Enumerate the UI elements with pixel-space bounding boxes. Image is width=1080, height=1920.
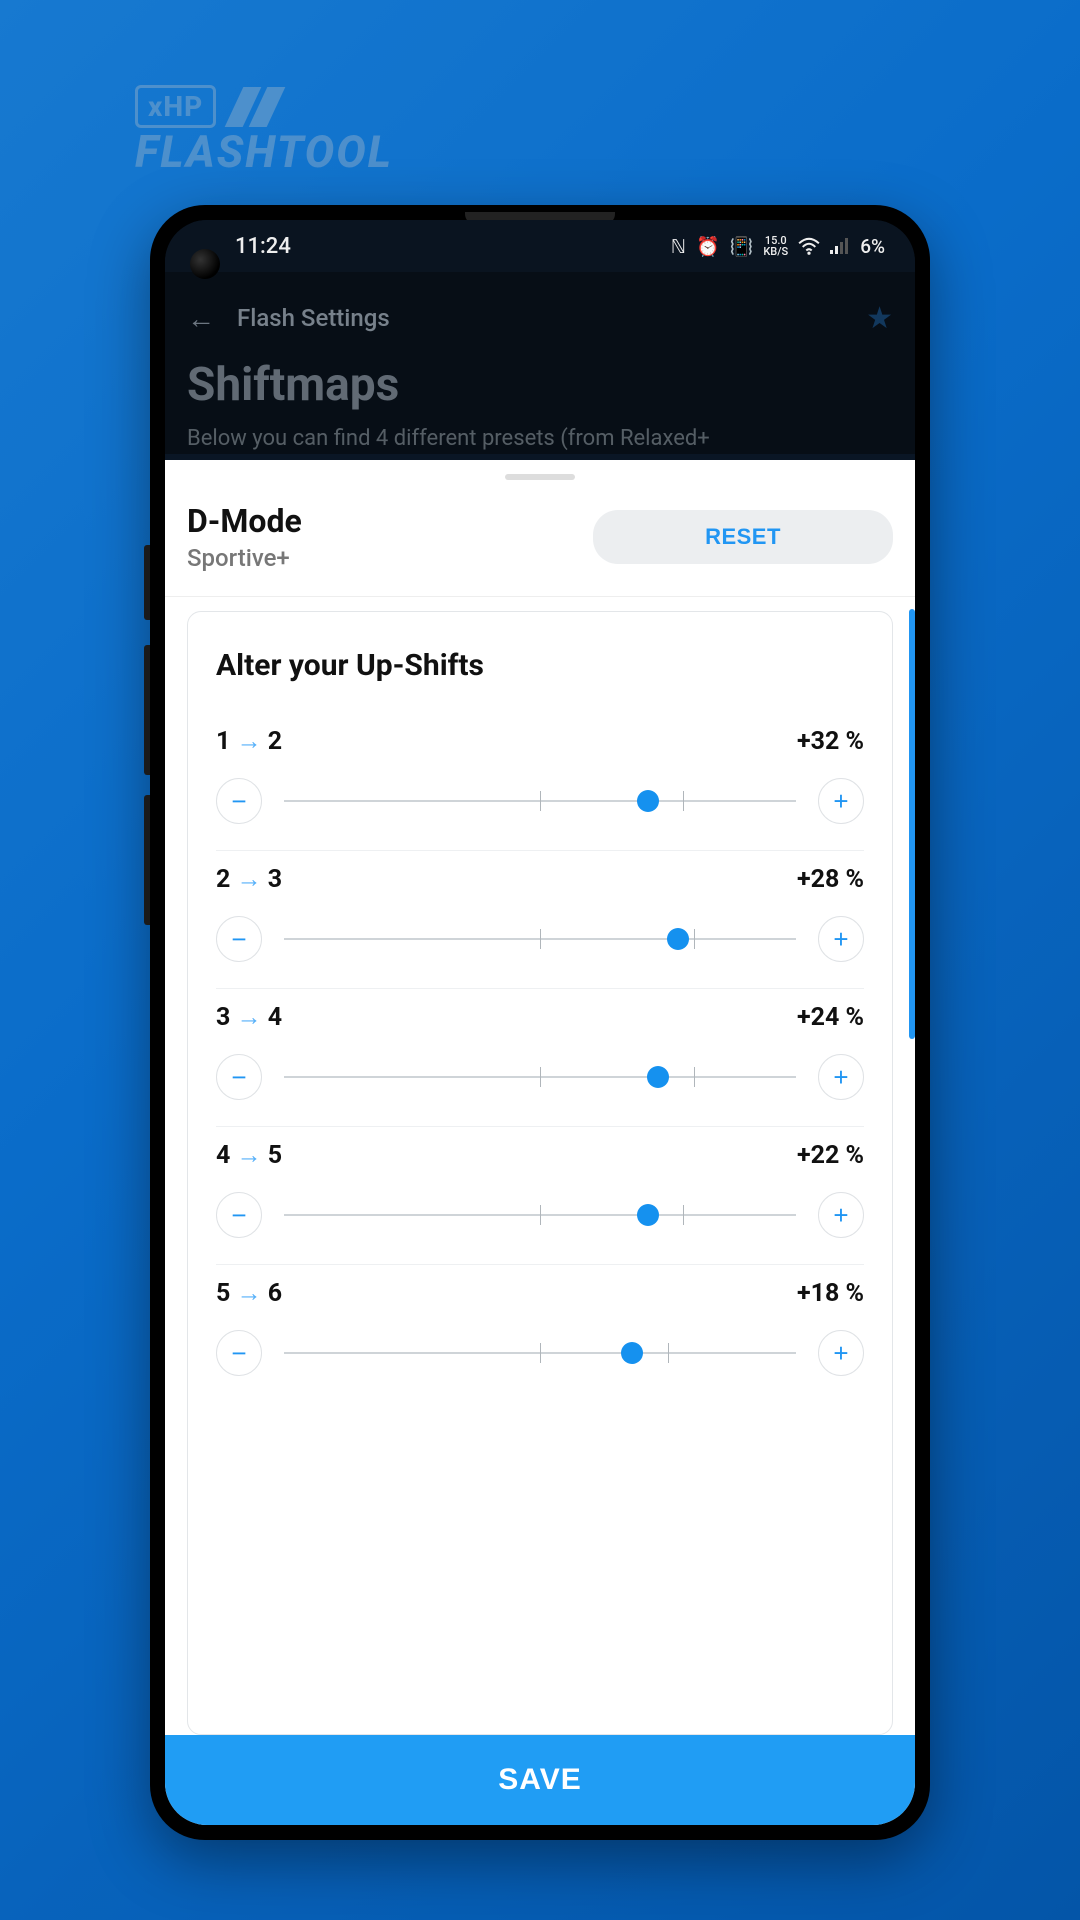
shift-label: 1 → 2 bbox=[216, 727, 282, 756]
decrease-button[interactable]: − bbox=[216, 1192, 262, 1238]
logo-badge: xHP bbox=[135, 85, 216, 128]
shift-slider[interactable] bbox=[284, 1067, 796, 1087]
shift-percent: +22 % bbox=[797, 1141, 864, 1170]
arrow-right-icon: → bbox=[237, 1003, 268, 1032]
favorite-star-icon[interactable]: ★ bbox=[866, 301, 893, 336]
increase-button[interactable]: + bbox=[818, 1330, 864, 1376]
slider-thumb[interactable] bbox=[637, 790, 659, 812]
slider-thumb[interactable] bbox=[647, 1066, 669, 1088]
increase-button[interactable]: + bbox=[818, 778, 864, 824]
decrease-button[interactable]: − bbox=[216, 1054, 262, 1100]
battery-percent: 6% bbox=[860, 235, 885, 258]
shift-label: 5 → 6 bbox=[216, 1279, 282, 1308]
logo-text: FLASHTOOL bbox=[135, 126, 393, 178]
page-title: Shiftmaps bbox=[187, 358, 893, 412]
status-bar: 11:24 ℕ ⏰ 📳 15.0 KB/S bbox=[165, 220, 915, 272]
arrow-right-icon: → bbox=[237, 1141, 268, 1170]
shift-percent: +28 % bbox=[797, 865, 864, 894]
back-arrow-icon[interactable]: ← bbox=[187, 302, 215, 335]
status-time: 11:24 bbox=[235, 234, 291, 259]
decrease-button[interactable]: − bbox=[216, 916, 262, 962]
shift-row: 3 → 4 +24 % − + bbox=[216, 989, 864, 1127]
slider-thumb[interactable] bbox=[667, 928, 689, 950]
page-subtitle: Below you can find 4 different presets (… bbox=[187, 424, 893, 454]
reset-button[interactable]: RESET bbox=[593, 510, 893, 564]
slider-thumb[interactable] bbox=[621, 1342, 643, 1364]
mode-title: D-Mode bbox=[187, 502, 302, 540]
scrollbar-thumb[interactable] bbox=[909, 609, 915, 1039]
increase-button[interactable]: + bbox=[818, 916, 864, 962]
shift-percent: +18 % bbox=[797, 1279, 864, 1308]
arrow-right-icon: → bbox=[237, 865, 268, 894]
arrow-right-icon: → bbox=[237, 1279, 268, 1308]
shift-slider[interactable] bbox=[284, 791, 796, 811]
shift-row: 4 → 5 +22 % − + bbox=[216, 1127, 864, 1265]
alarm-icon: ⏰ bbox=[696, 235, 720, 258]
vibrate-icon: 📳 bbox=[730, 235, 754, 258]
shift-slider[interactable] bbox=[284, 1343, 796, 1363]
decrease-button[interactable]: − bbox=[216, 1330, 262, 1376]
mode-subtitle: Sportive+ bbox=[187, 544, 302, 572]
appbar-title: Flash Settings bbox=[237, 304, 844, 332]
shift-percent: +24 % bbox=[797, 1003, 864, 1032]
upshifts-card: Alter your Up-Shifts 1 → 2 +32 % − + 2 bbox=[187, 611, 893, 1735]
brand-logo: xHP FLASHTOOL bbox=[135, 85, 393, 178]
shift-slider[interactable] bbox=[284, 1205, 796, 1225]
signal-icon bbox=[830, 238, 850, 254]
save-button[interactable]: SAVE bbox=[165, 1735, 915, 1825]
increase-button[interactable]: + bbox=[818, 1054, 864, 1100]
shift-percent: +32 % bbox=[797, 727, 864, 756]
sheet-drag-handle[interactable] bbox=[505, 474, 575, 480]
shift-row: 2 → 3 +28 % − + bbox=[216, 851, 864, 989]
arrow-right-icon: → bbox=[237, 727, 268, 756]
slider-thumb[interactable] bbox=[637, 1204, 659, 1226]
shift-label: 3 → 4 bbox=[216, 1003, 282, 1032]
background-dimmed: ← Flash Settings ★ Shiftmaps Below you c… bbox=[165, 272, 915, 454]
increase-button[interactable]: + bbox=[818, 1192, 864, 1238]
wifi-icon bbox=[798, 237, 820, 255]
shift-slider[interactable] bbox=[284, 929, 796, 949]
shift-label: 4 → 5 bbox=[216, 1141, 282, 1170]
network-speed: 15.0 KB/S bbox=[763, 235, 788, 257]
shift-row: 1 → 2 +32 % − + bbox=[216, 713, 864, 851]
bottom-sheet: D-Mode Sportive+ RESET Alter your Up-Shi… bbox=[165, 460, 915, 1825]
nfc-icon: ℕ bbox=[671, 235, 686, 258]
camera-hole bbox=[190, 249, 220, 279]
card-title: Alter your Up-Shifts bbox=[216, 648, 864, 683]
shift-row: 5 → 6 +18 % − + bbox=[216, 1265, 864, 1402]
phone-frame: 11:24 ℕ ⏰ 📳 15.0 KB/S bbox=[150, 205, 930, 1840]
decrease-button[interactable]: − bbox=[216, 778, 262, 824]
shift-label: 2 → 3 bbox=[216, 865, 282, 894]
